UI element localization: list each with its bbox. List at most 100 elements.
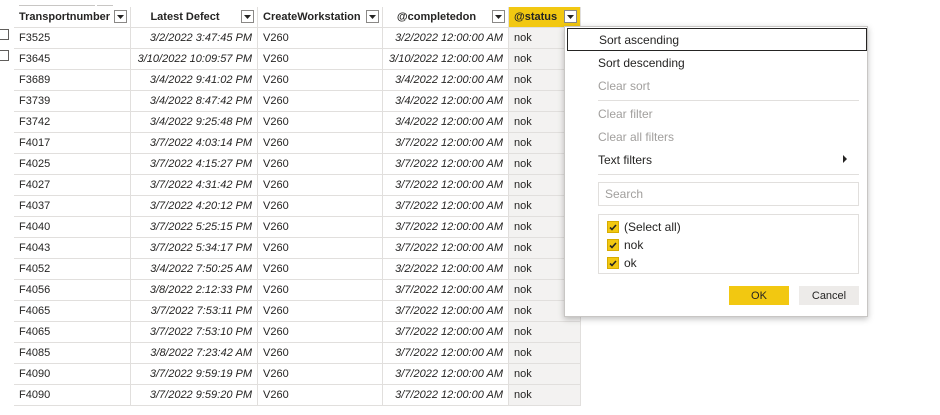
check-icon: [609, 241, 617, 249]
column-filter-button[interactable]: [564, 10, 577, 23]
column-header-label: CreateWorkstation: [263, 11, 361, 23]
cell-createworkstation: V260: [258, 154, 383, 175]
cell-completedon: 3/7/2022 12:00:00 AM: [383, 364, 509, 385]
chevron-down-icon: [567, 14, 574, 19]
left-rail: [0, 0, 13, 415]
column-filter-button[interactable]: [366, 10, 379, 23]
cell-transportnumber: F4065: [14, 322, 131, 343]
model-view-icon[interactable]: [0, 50, 9, 61]
cell-completedon: 3/7/2022 12:00:00 AM: [383, 196, 509, 217]
table-view-icon[interactable]: [0, 29, 9, 40]
cell-transportnumber: F4017: [14, 133, 131, 154]
column-header-transportnumber[interactable]: Transportnumber: [14, 7, 131, 28]
table-row: F4056 3/8/2022 2:12:33 PM V260 3/7/2022 12:…: [14, 280, 581, 301]
cell-createworkstation: V260: [258, 175, 383, 196]
sort-ascending-item[interactable]: Sort ascending: [567, 28, 867, 51]
cell-transportnumber: F3689: [14, 70, 131, 91]
cell-transportnumber: F3742: [14, 112, 131, 133]
table-row: F3739 3/4/2022 8:47:42 PM V260 3/4/2022 12:…: [14, 91, 581, 112]
cell-status: nok: [509, 364, 581, 385]
cell-transportnumber: F4040: [14, 217, 131, 238]
table-row: F4037 3/7/2022 4:20:12 PM V260 3/7/2022 12:…: [14, 196, 581, 217]
cell-latest-defect: 3/4/2022 7:50:25 AM: [131, 259, 258, 280]
clear-all-filters-item: Clear all filters: [598, 129, 675, 144]
menu-divider: [598, 174, 859, 175]
cell-latest-defect: 3/4/2022 9:25:48 PM: [131, 112, 258, 133]
chevron-down-icon: [495, 14, 502, 19]
cell-transportnumber: F3525: [14, 28, 131, 49]
cell-latest-defect: 3/7/2022 4:20:12 PM: [131, 196, 258, 217]
cell-completedon: 3/2/2022 12:00:00 AM: [383, 259, 509, 280]
cell-latest-defect: 3/7/2022 5:25:15 PM: [131, 217, 258, 238]
checkbox[interactable]: [607, 239, 619, 251]
table-row: F4017 3/7/2022 4:03:14 PM V260 3/7/2022 12:…: [14, 133, 581, 154]
table-row: F3645 3/10/2022 10:09:57 PM V260 3/10/2022 …: [14, 49, 581, 70]
formula-bar-strip: [13, 0, 940, 6]
filter-option-label: ok: [624, 256, 637, 270]
column-header-status[interactable]: @status: [509, 7, 581, 28]
cell-transportnumber: F4037: [14, 196, 131, 217]
filter-option-label: (Select all): [624, 220, 681, 234]
table-row: F3742 3/4/2022 9:25:48 PM V260 3/4/2022 12:…: [14, 112, 581, 133]
cell-latest-defect: 3/7/2022 4:03:14 PM: [131, 133, 258, 154]
column-filter-button[interactable]: [241, 10, 254, 23]
cell-completedon: 3/7/2022 12:00:00 AM: [383, 301, 509, 322]
cell-createworkstation: V260: [258, 112, 383, 133]
cell-latest-defect: 3/2/2022 3:47:45 PM: [131, 28, 258, 49]
table-row: F4090 3/7/2022 9:59:20 PM V260 3/7/2022 12:…: [14, 385, 581, 406]
cell-completedon: 3/4/2022 12:00:00 AM: [383, 70, 509, 91]
table-row: F4027 3/7/2022 4:31:42 PM V260 3/7/2022 12:…: [14, 175, 581, 196]
cell-latest-defect: 3/7/2022 4:31:42 PM: [131, 175, 258, 196]
cell-completedon: 3/7/2022 12:00:00 AM: [383, 133, 509, 154]
cell-completedon: 3/4/2022 12:00:00 AM: [383, 91, 509, 112]
cell-status: nok: [509, 385, 581, 406]
cell-transportnumber: F4090: [14, 364, 131, 385]
checkbox[interactable]: [607, 257, 619, 269]
table-row: F4025 3/7/2022 4:15:27 PM V260 3/7/2022 12:…: [14, 154, 581, 175]
cell-createworkstation: V260: [258, 364, 383, 385]
filter-option-select-all[interactable]: (Select all): [607, 218, 681, 236]
ok-button[interactable]: OK: [729, 286, 789, 305]
filter-option-nok[interactable]: nok: [607, 236, 643, 254]
header-row: Transportnumber Latest Defect CreateWork…: [14, 7, 581, 28]
cell-latest-defect: 3/7/2022 4:15:27 PM: [131, 154, 258, 175]
sort-descending-item[interactable]: Sort descending: [565, 51, 867, 74]
cell-createworkstation: V260: [258, 238, 383, 259]
cell-status: nok: [509, 322, 581, 343]
checkbox[interactable]: [607, 221, 619, 233]
column-header-createworkstation[interactable]: CreateWorkstation: [258, 7, 383, 28]
clear-sort-item: Clear sort: [598, 78, 651, 93]
cell-latest-defect: 3/7/2022 7:53:10 PM: [131, 322, 258, 343]
cell-transportnumber: F4090: [14, 385, 131, 406]
column-header-label: Latest Defect: [150, 11, 220, 23]
column-filter-button[interactable]: [114, 10, 127, 23]
column-header-label: @status: [514, 11, 558, 23]
cell-completedon: 3/4/2022 12:00:00 AM: [383, 112, 509, 133]
column-header-label: @completedon: [396, 11, 477, 23]
cell-completedon: 3/2/2022 12:00:00 AM: [383, 28, 509, 49]
cell-transportnumber: F4027: [14, 175, 131, 196]
cell-transportnumber: F4056: [14, 280, 131, 301]
cell-createworkstation: V260: [258, 217, 383, 238]
text-filters-item[interactable]: Text filters: [565, 148, 867, 171]
table-row: F4040 3/7/2022 5:25:15 PM V260 3/7/2022 12:…: [14, 217, 581, 238]
clear-filter-item: Clear filter: [598, 106, 653, 121]
column-filter-button[interactable]: [492, 10, 505, 23]
text-filters-label: Text filters: [598, 152, 653, 167]
chevron-down-icon: [244, 14, 251, 19]
table-body: F3525 3/2/2022 3:47:45 PM V260 3/2/2022 12:…: [14, 28, 581, 406]
cell-completedon: 3/10/2022 12:00:00 AM: [383, 49, 509, 70]
filter-option-ok[interactable]: ok: [607, 254, 637, 272]
chevron-down-icon: [369, 14, 376, 19]
column-header-latest-defect[interactable]: Latest Defect: [131, 7, 258, 28]
cell-latest-defect: 3/7/2022 7:53:11 PM: [131, 301, 258, 322]
filter-search-input[interactable]: [598, 182, 859, 206]
table-row: F4043 3/7/2022 5:34:17 PM V260 3/7/2022 12:…: [14, 238, 581, 259]
column-header-completedon[interactable]: @completedon: [383, 7, 509, 28]
cell-createworkstation: V260: [258, 70, 383, 91]
table-row: F4085 3/8/2022 7:23:42 AM V260 3/7/2022 12:…: [14, 343, 581, 364]
filter-value-list: (Select all) nok ok: [598, 214, 859, 274]
cancel-button[interactable]: Cancel: [799, 286, 859, 305]
cell-transportnumber: F3739: [14, 91, 131, 112]
menu-divider: [598, 100, 859, 101]
